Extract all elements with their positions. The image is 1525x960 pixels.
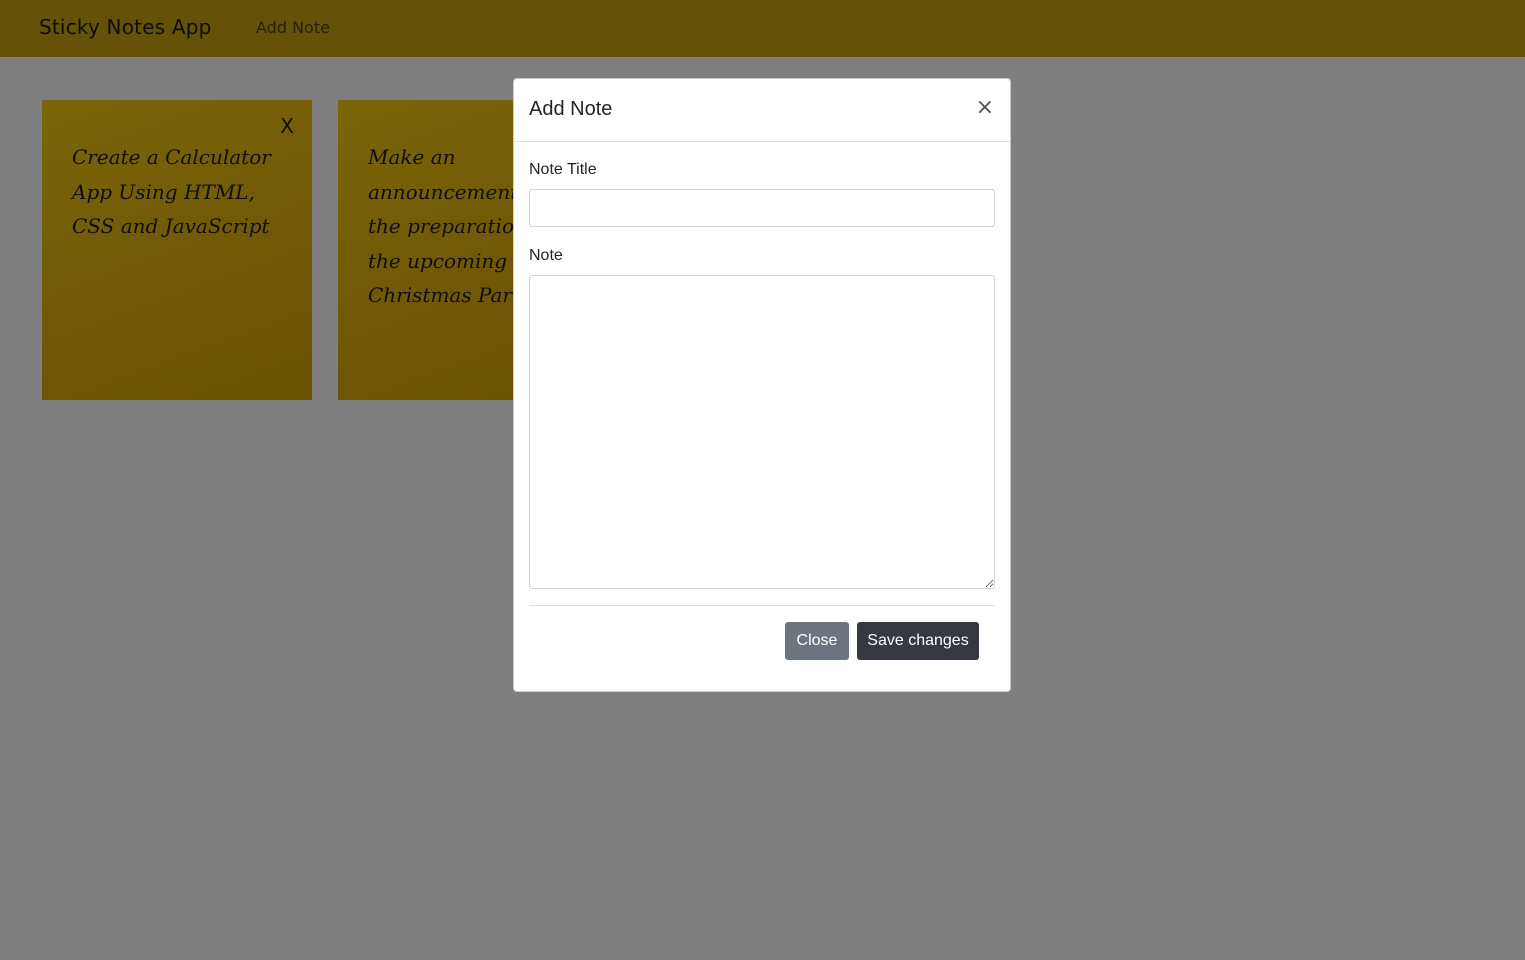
note-title-input[interactable] (529, 189, 995, 227)
note-textarea[interactable] (529, 275, 995, 589)
add-note-modal: Add Note × Note Title Note Close Save ch… (513, 78, 1011, 692)
save-changes-button[interactable]: Save changes (857, 622, 979, 660)
close-button[interactable]: Close (785, 622, 849, 660)
footer-divider (529, 605, 995, 606)
note-label: Note (529, 247, 563, 264)
modal-title: Add Note (529, 98, 613, 120)
modal-header: Add Note × (514, 79, 1010, 142)
close-icon[interactable]: × (976, 94, 994, 122)
note-title-label: Note Title (529, 161, 597, 178)
